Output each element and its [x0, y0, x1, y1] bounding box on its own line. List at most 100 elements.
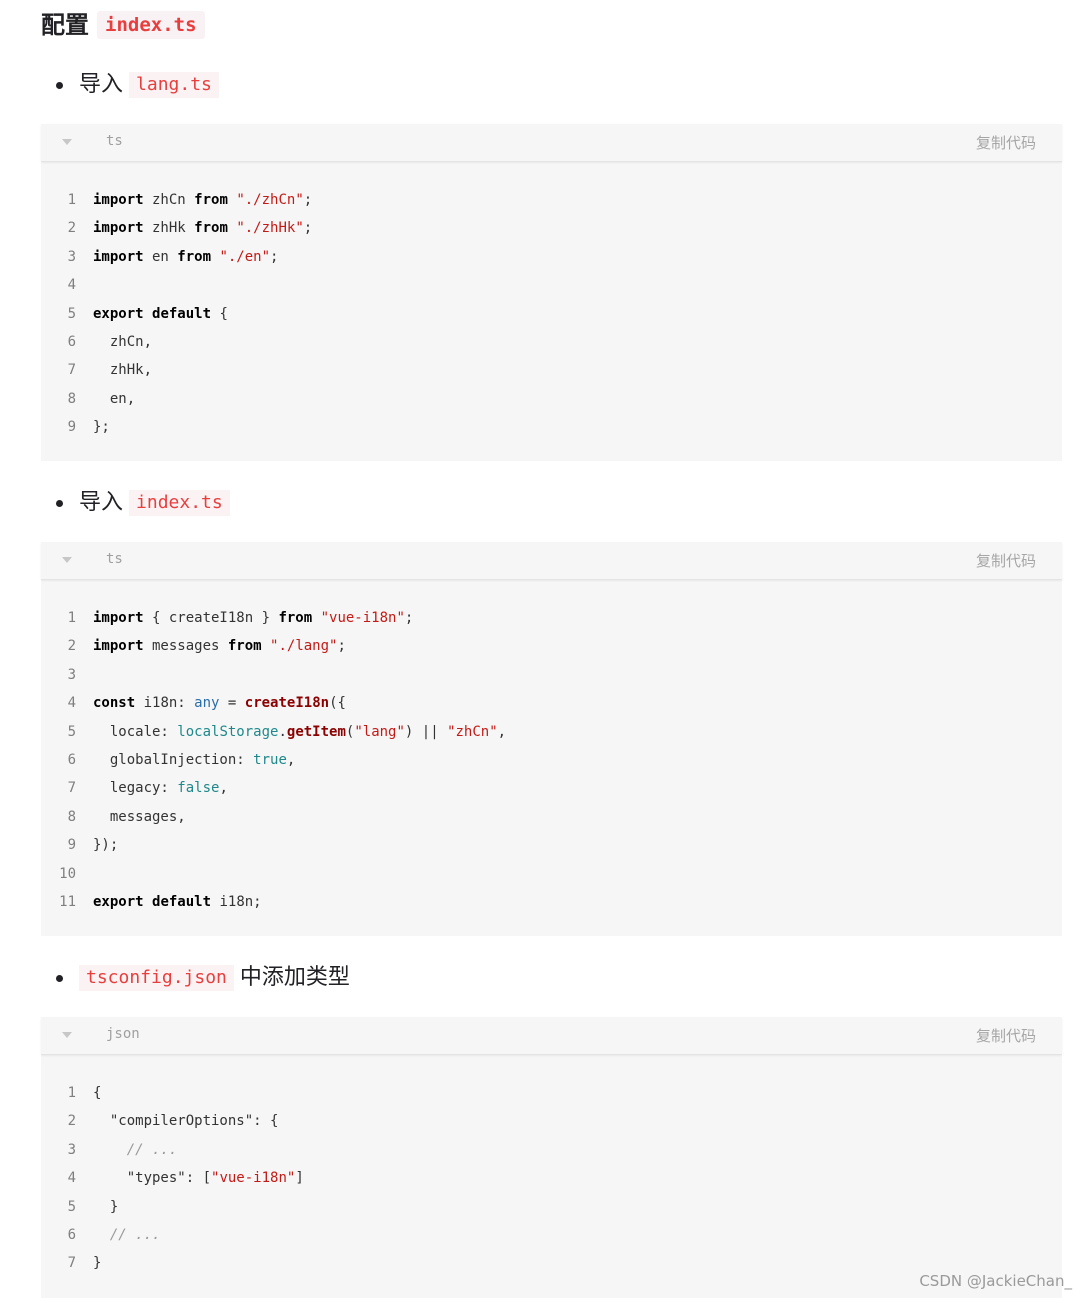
- code-text: {: [93, 1079, 101, 1107]
- code-line: 4 "types": ["vue-i18n"]: [41, 1164, 1062, 1192]
- code-line: 4: [41, 271, 1062, 299]
- code-token: from: [194, 192, 228, 208]
- line-number: 1: [67, 1085, 76, 1101]
- collapse-caret-icon[interactable]: [62, 139, 72, 145]
- code-line: 1 import zhCn from "./zhCn";: [41, 186, 1062, 214]
- code-token: messages,: [93, 808, 186, 825]
- code-text: import zhCn from "./zhCn";: [93, 186, 312, 214]
- code-line: 2 "compilerOptions": {: [41, 1107, 1062, 1135]
- code-token: any: [194, 695, 220, 712]
- watermark: CSDN @JackieChan_: [919, 1272, 1072, 1290]
- code-token: ;: [270, 248, 279, 265]
- section-heading: 配置 index.ts: [41, 8, 205, 42]
- code-token: "./en": [219, 248, 271, 265]
- line-number: 7: [67, 780, 76, 797]
- copy-code-button[interactable]: 复制代码: [976, 132, 1036, 153]
- code-line: 8 messages,: [41, 803, 1062, 831]
- code-line: 8 en,: [41, 385, 1062, 413]
- code-text: // ...: [93, 1221, 161, 1249]
- line-number: 3: [67, 666, 76, 683]
- code-line: 3 // ...: [41, 1136, 1062, 1164]
- code-token: default: [152, 305, 212, 322]
- code-token: ,: [219, 780, 228, 797]
- code-token: from: [194, 220, 228, 237]
- code-token: ,: [497, 723, 507, 740]
- collapse-caret-icon[interactable]: [62, 557, 72, 563]
- code-line: 7 legacy: false,: [41, 774, 1062, 802]
- code-token: zhCn,: [93, 333, 153, 350]
- line-number: 9: [67, 837, 76, 854]
- code-token: "./lang": [270, 638, 338, 655]
- code-token: "compilerOptions": {: [93, 1113, 279, 1130]
- code-token: import: [93, 220, 144, 237]
- code-text: "types": ["vue-i18n"]: [93, 1164, 304, 1192]
- code-body: 1{2 "compilerOptions": {3 // ... 4 "types…: [41, 1055, 1062, 1278]
- code-text: export default {: [93, 300, 228, 328]
- code-text: import messages from "./lang";: [93, 632, 346, 660]
- line-number: 8: [67, 808, 76, 825]
- code-token: });: [93, 837, 119, 854]
- code-block-header: json 复制代码: [41, 1017, 1062, 1055]
- code-line: 2 import zhHk from "./zhHk";: [41, 214, 1062, 242]
- bullet-inline-code: tsconfig.json: [79, 965, 234, 991]
- code-token: true: [253, 751, 287, 768]
- code-token: // ...: [126, 1141, 178, 1158]
- code-token: zhHk,: [93, 362, 153, 379]
- code-text: zhHk,: [93, 356, 152, 384]
- bullet-dot: [56, 81, 63, 89]
- code-text: const i18n: any = createI18n({: [93, 689, 346, 717]
- code-token: globalInjection:: [93, 751, 254, 768]
- line-number: 5: [67, 723, 76, 740]
- code-token: {: [93, 1085, 102, 1101]
- code-body: 1 import zhCn from "./zhCn"; 2 import zhHk …: [41, 162, 1062, 442]
- code-token: .: [278, 723, 287, 740]
- bullet-dot: [56, 974, 63, 982]
- code-line: 4 const i18n: any = createI18n({: [41, 689, 1062, 717]
- code-line: 6 // ...: [41, 1221, 1062, 1249]
- line-number: 1: [67, 192, 76, 208]
- code-token: "zhCn": [447, 723, 498, 740]
- code-token: import: [93, 248, 144, 265]
- code-token: en,: [93, 390, 136, 407]
- line-number: 2: [67, 638, 76, 655]
- code-line: 5 locale: localStorage.getItem("lang") |…: [41, 718, 1062, 746]
- line-number: 3: [67, 1141, 76, 1158]
- code-token: i18n;: [211, 893, 262, 910]
- code-body: 1 import { createI18n } from "vue-i18n"; 2…: [41, 580, 1062, 916]
- code-token: }: [93, 1255, 102, 1272]
- code-line: 5 }: [41, 1193, 1062, 1221]
- code-token: "./zhHk": [236, 220, 304, 237]
- code-line: 5 export default {: [41, 300, 1062, 328]
- bullet-item-1: 导入 lang.ts: [56, 70, 219, 100]
- code-token: legacy:: [93, 780, 178, 797]
- bullet-text: 中添加类型: [239, 965, 350, 990]
- line-number: 3: [67, 248, 76, 265]
- code-token: zhHk: [143, 220, 195, 237]
- line-number: 4: [67, 695, 76, 712]
- copy-code-button[interactable]: 复制代码: [976, 1025, 1036, 1046]
- code-token: from: [278, 610, 313, 626]
- code-token: import: [93, 192, 144, 208]
- collapse-caret-icon[interactable]: [62, 1032, 72, 1038]
- bullet-text: 导入: [79, 490, 124, 515]
- code-text: messages,: [93, 803, 186, 831]
- line-number: 10: [59, 865, 76, 882]
- code-line: 1{: [41, 1079, 1062, 1107]
- copy-code-button[interactable]: 复制代码: [976, 550, 1036, 571]
- code-text: import zhHk from "./zhHk";: [93, 214, 312, 242]
- code-token: export: [93, 893, 144, 910]
- line-number: 4: [67, 1170, 76, 1187]
- bullet-item-2: 导入 index.ts: [56, 488, 230, 518]
- code-line: 1 import { createI18n } from "vue-i18n";: [41, 604, 1062, 632]
- code-token: import: [93, 638, 144, 655]
- code-token: ) ||: [404, 723, 448, 740]
- code-text: export default i18n;: [93, 888, 262, 916]
- bullet-inline-code: index.ts: [129, 490, 230, 516]
- code-token: =: [219, 695, 245, 712]
- code-token: false: [177, 780, 220, 797]
- line-number: 6: [67, 1226, 76, 1243]
